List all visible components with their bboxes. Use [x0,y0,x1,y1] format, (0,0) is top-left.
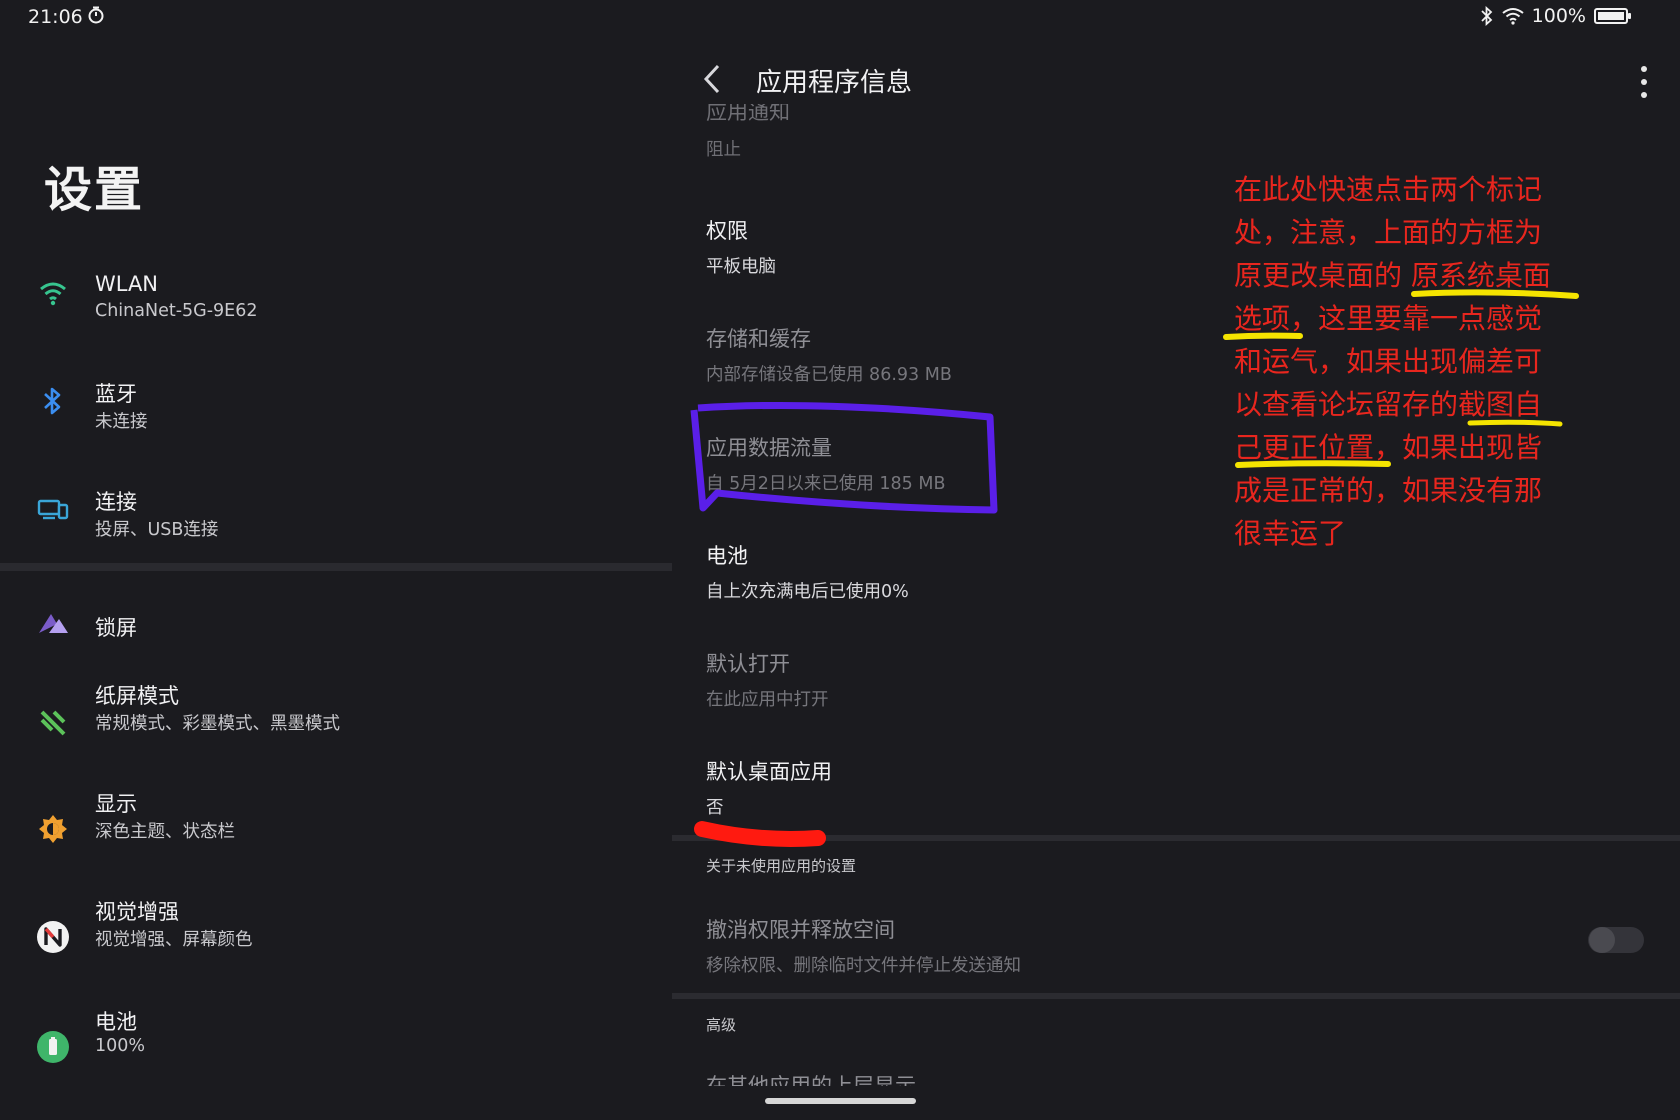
settings-item-label: 连接 [95,490,137,514]
row-sub: 移除权限、删除临时文件并停止发送通知 [706,956,1021,976]
advanced-section-header: 高级 [706,1016,737,1034]
row-sub: 平板电脑 [706,257,776,277]
app-notifications-cut-label: 应用通知 [706,104,790,124]
row-data-usage[interactable]: 应用数据流量 自 5月2日以来已使用 185 MB [706,432,945,495]
section-divider [672,835,1680,841]
row-label: 默认桌面应用 [706,760,832,784]
settings-title: 设置 [44,162,145,218]
display-icon [36,812,70,846]
settings-item-wlan[interactable]: WLAN ChinaNet-5G-9E62 [0,258,672,338]
visual-enhance-icon [36,920,70,954]
settings-item-sub: 未连接 [95,412,148,432]
battery-icon [36,1030,70,1064]
row-label: 存储和缓存 [706,327,811,351]
row-sub: 自上次充满电后已使用0% [706,582,909,602]
back-arrow-icon[interactable] [700,62,724,96]
settings-item-label: 电池 [95,1010,137,1034]
section-divider [672,993,1680,999]
settings-item-sub: 视觉增强、屏幕颜色 [95,930,253,950]
row-sub: 在此应用中打开 [706,690,829,710]
more-options-icon[interactable] [1640,66,1648,98]
row-revoke-permissions[interactable]: 撤消权限并释放空间 移除权限、删除临时文件并停止发送通知 [706,914,1021,977]
row-sub: 否 [706,798,724,818]
settings-item-label: 锁屏 [95,616,137,640]
settings-item-label: 视觉增强 [95,900,179,924]
settings-item-label: WLAN [95,272,159,296]
wifi-icon [36,276,70,310]
settings-item-sub: ChinaNet-5G-9E62 [95,301,258,321]
settings-item-sub: 100% [95,1036,146,1056]
settings-item-sub: 投屏、USB连接 [95,520,219,540]
row-sub: 自 5月2日以来已使用 185 MB [706,474,946,494]
settings-item-visual-enhance[interactable]: 视觉增强 视觉增强、屏幕颜色 [0,896,672,976]
devices-icon [36,492,70,526]
settings-item-bluetooth[interactable]: 蓝牙 未连接 [0,366,672,446]
settings-item-label: 纸屏模式 [95,684,179,708]
row-label: 权限 [706,219,748,243]
settings-item-label: 蓝牙 [95,382,137,406]
row-storage[interactable]: 存储和缓存 内部存储设备已使用 86.93 MB [706,323,952,386]
settings-item-battery[interactable]: 电池 100% [0,1004,672,1084]
row-label: 撤消权限并释放空间 [706,918,895,942]
row-default-home-app[interactable]: 默认桌面应用 否 [706,756,832,819]
lock-screen-icon [36,606,70,640]
paper-mode-icon [36,704,70,738]
annotation-note: 在此处快速点击两个标记 处，注意，上面的方框为 原更改桌面的 原系统桌面 选项，… [1234,173,1551,550]
settings-item-lock-screen[interactable]: 锁屏 [0,592,672,672]
section-divider [0,563,672,571]
row-sub: 内部存储设备已使用 86.93 MB [706,365,952,385]
settings-pane: 设置 WLAN ChinaNet-5G-9E62 蓝牙 未连接 连接 投屏、US… [0,0,672,1120]
settings-item-display[interactable]: 显示 深色主题、状态栏 [0,788,672,868]
bluetooth-icon [36,384,70,418]
row-permissions[interactable]: 权限 平板电脑 [706,215,776,278]
display-over-other-apps-cut-label[interactable]: 在其他应用的上层显示 [706,1070,1026,1086]
settings-item-connection[interactable]: 连接 投屏、USB连接 [0,474,672,554]
row-battery[interactable]: 电池 自上次充满电后已使用0% [706,540,909,603]
app-notifications-sub: 阻止 [706,140,741,160]
settings-item-label: 显示 [95,792,137,816]
page-title: 应用程序信息 [756,68,913,98]
row-label: 默认打开 [706,652,790,676]
settings-item-sub: 深色主题、状态栏 [95,822,235,842]
row-open-by-default[interactable]: 默认打开 在此应用中打开 [706,648,829,711]
settings-item-paper-mode[interactable]: 纸屏模式 常规模式、彩墨模式、黑墨模式 [0,680,672,760]
row-label: 电池 [706,544,748,568]
settings-item-sub: 常规模式、彩墨模式、黑墨模式 [95,714,340,734]
unused-apps-section-header: 关于未使用应用的设置 [706,857,857,875]
row-label: 应用数据流量 [706,436,832,460]
revoke-permissions-toggle[interactable] [1588,927,1644,953]
home-indicator[interactable] [765,1098,916,1104]
